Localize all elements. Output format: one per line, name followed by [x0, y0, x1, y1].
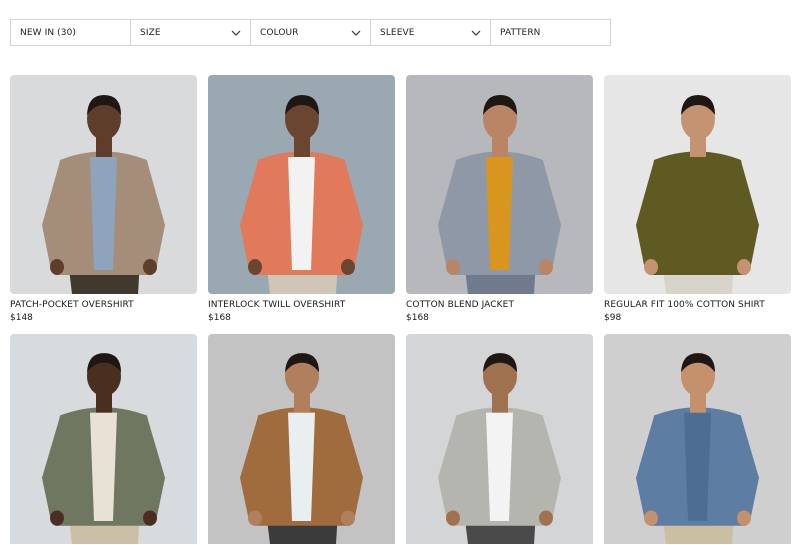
product-card[interactable]: INTERLOCK TWILL OVERSHIRT $168 — [208, 75, 395, 334]
product-image[interactable] — [604, 334, 791, 544]
filter-label: NEW IN (30) — [20, 27, 77, 38]
product-image[interactable] — [208, 75, 395, 294]
product-card[interactable] — [208, 334, 395, 544]
filter-label: COLOUR — [260, 27, 299, 38]
product-card[interactable] — [604, 334, 791, 544]
product-name[interactable]: REGULAR FIT 100% COTTON SHIRT — [604, 299, 791, 311]
filter-pattern[interactable]: PATTERN — [490, 19, 611, 46]
product-card[interactable] — [10, 334, 197, 544]
chevron-down-icon — [470, 27, 482, 39]
product-grid: PATCH-POCKET OVERSHIRT $148 INTERLOCK TW… — [10, 75, 791, 544]
product-image[interactable] — [406, 334, 593, 544]
product-image[interactable] — [406, 75, 593, 294]
product-price: $168 — [406, 313, 429, 323]
product-name[interactable]: PATCH-POCKET OVERSHIRT — [10, 299, 197, 311]
product-image[interactable] — [208, 334, 395, 544]
product-price: $98 — [604, 313, 622, 323]
filter-bar: NEW IN (30) SIZE COLOUR SLEEVE PATTERN — [10, 19, 611, 46]
product-card[interactable]: PATCH-POCKET OVERSHIRT $148 — [10, 75, 197, 334]
filter-size[interactable]: SIZE — [130, 19, 251, 46]
product-name[interactable]: INTERLOCK TWILL OVERSHIRT — [208, 299, 395, 311]
filter-label: PATTERN — [500, 27, 541, 38]
product-card[interactable]: COTTON BLEND JACKET $168 — [406, 75, 593, 334]
filter-label: SIZE — [140, 27, 161, 38]
product-image[interactable] — [10, 334, 197, 544]
product-image[interactable] — [10, 75, 197, 294]
product-card[interactable] — [406, 334, 593, 544]
product-price: $168 — [208, 313, 231, 323]
product-card[interactable]: REGULAR FIT 100% COTTON SHIRT $98 — [604, 75, 791, 334]
filter-new-in[interactable]: NEW IN (30) — [10, 19, 131, 46]
filter-sleeve[interactable]: SLEEVE — [370, 19, 491, 46]
product-price: $148 — [10, 313, 33, 323]
chevron-down-icon — [230, 27, 242, 39]
filter-label: SLEEVE — [380, 27, 415, 38]
chevron-down-icon — [350, 27, 362, 39]
product-name[interactable]: COTTON BLEND JACKET — [406, 299, 593, 311]
filter-colour[interactable]: COLOUR — [250, 19, 371, 46]
product-image[interactable] — [604, 75, 791, 294]
